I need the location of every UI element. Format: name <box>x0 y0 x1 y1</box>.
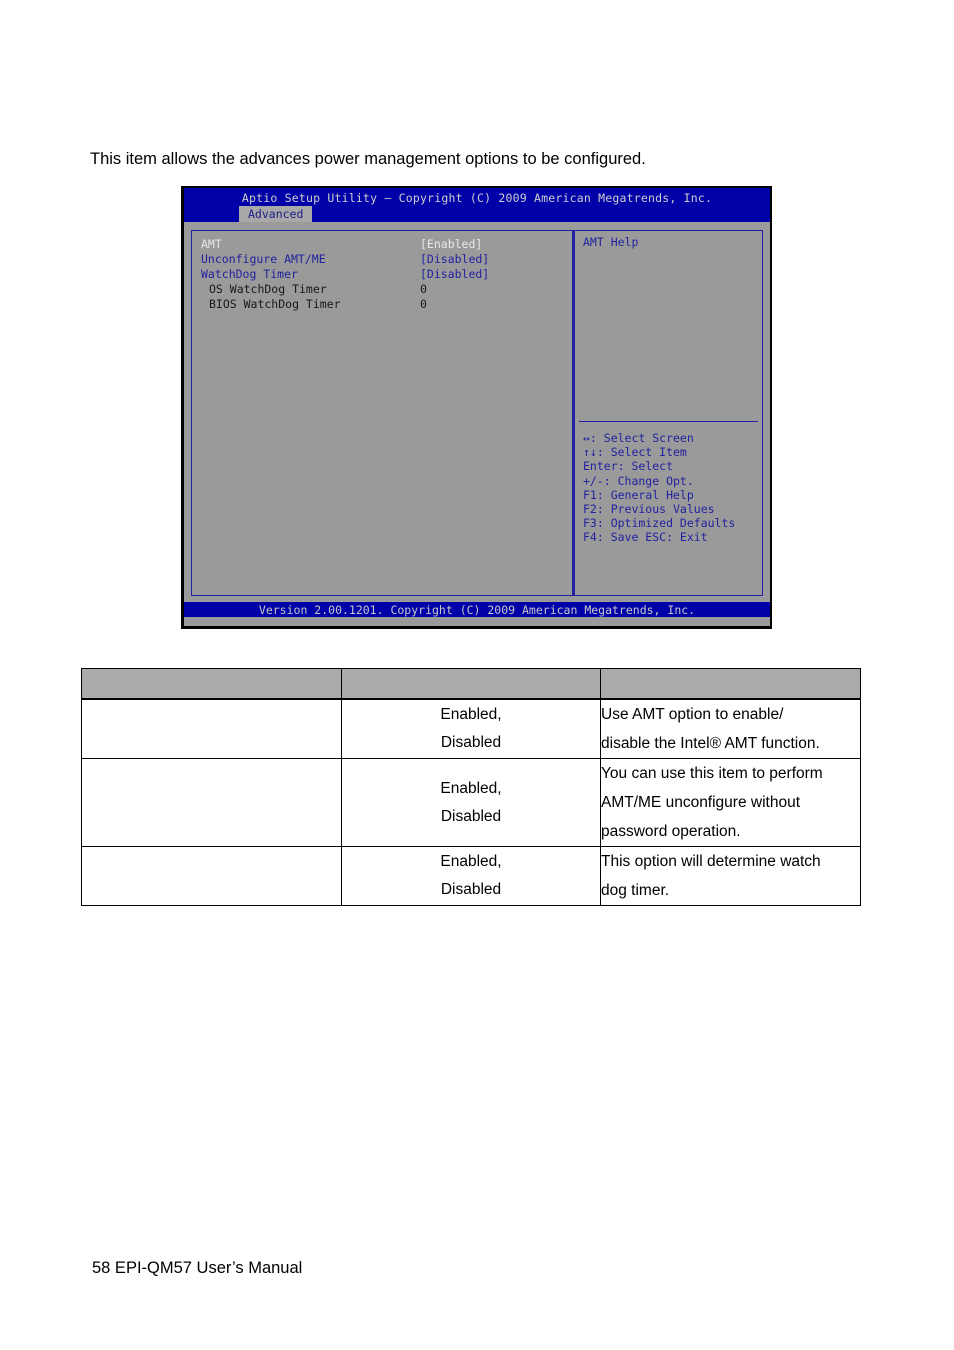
table-cell-description: Use AMT option to enable/disable the Int… <box>600 698 861 759</box>
bios-title-text: Aptio Setup Utility – Copyright (C) 2009… <box>241 191 713 205</box>
nav-key-f1-general-help: F1: General Help <box>583 487 694 502</box>
table-row: Enabled, Disabled You can use this item t… <box>81 758 861 847</box>
nav-key-select-screen: ↔: Select Screen <box>583 431 694 445</box>
table-header-description <box>600 668 861 700</box>
table-cell-item <box>81 758 342 847</box>
table-cell-description: You can use this item to perform AMT/ME u… <box>600 758 861 847</box>
table-cell-item <box>81 846 342 906</box>
bios-option-label: BIOS WatchDog Timer <box>209 297 341 311</box>
table-header-item <box>81 668 342 700</box>
table-cell-options: Enabled, Disabled <box>341 698 601 759</box>
table-cell-description: This option will determine watch dog time… <box>600 846 861 906</box>
table-row: Enabled, Disabled This option will determ… <box>81 846 861 906</box>
bios-option-value[interactable]: [Enabled] <box>420 237 482 251</box>
bios-option-value[interactable]: [Disabled] <box>420 267 489 281</box>
table-cell-options: Enabled, Disabled <box>341 758 601 847</box>
bios-option-label: AMT <box>201 237 222 251</box>
bios-option-label: Unconfigure AMT/ME <box>201 252 326 266</box>
page-footer: 58 EPI-QM57 User’s Manual <box>92 1259 303 1277</box>
bios-option-label: WatchDog Timer <box>201 267 298 281</box>
bios-help-panel: AMT Help ↔: Select Screen ↑↓: Select Ite… <box>573 230 763 596</box>
bios-body: AMT [Enabled] Unconfigure AMT/ME [Disabl… <box>184 222 770 602</box>
settings-description-table: Enabled, Disabled Use AMT option to enabl… <box>81 668 861 906</box>
nav-key-f2-previous-values: F2: Previous Values <box>583 501 715 516</box>
table-header-row <box>81 668 861 700</box>
bios-help-title: AMT Help <box>583 235 639 249</box>
bios-setup-screenshot: Aptio Setup Utility – Copyright (C) 2009… <box>181 186 772 629</box>
table-cell-options: Enabled, Disabled <box>341 846 601 906</box>
bios-version-bar: Version 2.00.1201. Copyright (C) 2009 Am… <box>184 602 770 617</box>
bios-option-value[interactable]: 0 <box>420 282 427 296</box>
bios-option-row-os-watchdog-timer[interactable]: OS WatchDog Timer 0 <box>192 282 572 296</box>
table-header-options <box>341 668 601 700</box>
nav-key-select-item: ↑↓: Select Item <box>583 445 687 460</box>
nav-key-enter-select: Enter: Select <box>583 459 674 474</box>
bios-option-label: OS WatchDog Timer <box>209 282 327 296</box>
bios-option-row-bios-watchdog-timer[interactable]: BIOS WatchDog Timer 0 <box>192 297 572 311</box>
intro-paragraph: This item allows the advances power mana… <box>90 150 646 168</box>
bios-option-row-unconfigure-amt-me[interactable]: Unconfigure AMT/ME [Disabled] <box>192 252 572 266</box>
bios-version-text: Version 2.00.1201. Copyright (C) 2009 Am… <box>258 603 696 617</box>
bios-help-divider <box>579 421 758 422</box>
bios-navigation-keys: ↔: Select Screen ↑↓: Select Item Enter: … <box>583 431 735 545</box>
bios-options-panel: AMT [Enabled] Unconfigure AMT/ME [Disabl… <box>191 230 573 596</box>
nav-key-f4-save-esc-exit: F4: Save ESC: Exit <box>583 530 708 545</box>
bios-title-bar: Aptio Setup Utility – Copyright (C) 2009… <box>184 188 770 223</box>
bios-tab-advanced[interactable]: Advanced <box>239 206 313 223</box>
nav-key-change-opt: +/-: Change Opt. <box>583 473 694 488</box>
table-row: Enabled, Disabled Use AMT option to enabl… <box>81 698 861 759</box>
bios-option-value[interactable]: 0 <box>420 297 427 311</box>
nav-key-f3-optimized-defaults: F3: Optimized Defaults <box>583 516 736 531</box>
table-cell-item <box>81 698 342 759</box>
bios-option-row-amt[interactable]: AMT [Enabled] <box>192 237 572 251</box>
bios-option-row-watchdog-timer[interactable]: WatchDog Timer [Disabled] <box>192 267 572 281</box>
bios-option-value[interactable]: [Disabled] <box>420 252 489 266</box>
